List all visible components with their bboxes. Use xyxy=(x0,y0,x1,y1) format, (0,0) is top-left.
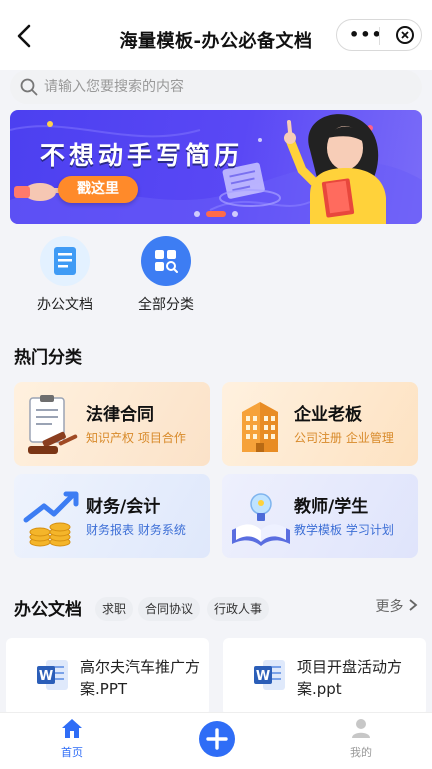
coins-chart-icon xyxy=(23,491,79,547)
woman-with-book-illustration xyxy=(284,114,386,224)
doc-name: 高尔夫汽车推广方案.PPT xyxy=(80,658,201,698)
promo-banner[interactable]: 不想动手写简历 戳这里 xyxy=(10,110,422,224)
building-icon xyxy=(242,402,278,452)
banner-cta-button[interactable]: 戳这里 xyxy=(58,176,138,203)
word-file-icon: W xyxy=(37,660,68,690)
tab-mine[interactable]: 我的 xyxy=(331,717,391,760)
more-label: 更多 xyxy=(375,599,404,615)
close-icon[interactable] xyxy=(396,26,414,44)
search-input[interactable] xyxy=(44,70,404,104)
home-icon xyxy=(62,719,82,738)
gavel-contract-icon xyxy=(28,395,78,454)
tab-home-label: 首页 xyxy=(61,746,83,759)
quick-action-label: 全部分类 xyxy=(138,297,194,313)
category-subtitle: 财务报表 财务系统 xyxy=(86,523,186,537)
capsule-divider xyxy=(379,27,380,45)
category-name: 法律合同 xyxy=(86,405,154,425)
office-docs-title: 办公文档 xyxy=(14,600,82,620)
svg-text:W: W xyxy=(256,669,270,684)
bottom-tab-bar: 首页 我的 xyxy=(0,712,432,769)
book-bulb-icon xyxy=(232,493,290,546)
banner-headline: 不想动手写简历 xyxy=(40,141,244,170)
category-name: 财务/会计 xyxy=(86,497,161,517)
more-link[interactable]: 更多 xyxy=(376,596,418,616)
category-subtitle: 知识产权 项目合作 xyxy=(86,431,186,445)
hot-categories-title: 热门分类 xyxy=(14,348,82,368)
word-file-icon: W xyxy=(254,660,285,690)
filter-chip-admin[interactable]: 行政人事 xyxy=(207,597,270,621)
user-icon xyxy=(352,719,370,738)
quick-action-label: 办公文档 xyxy=(37,297,93,313)
tab-mine-label: 我的 xyxy=(350,746,372,759)
category-card-legal[interactable]: 法律合同 知识产权 项目合作 xyxy=(14,382,210,466)
quick-action-all-categories[interactable]: 全部分类 xyxy=(121,236,211,314)
filter-chip-contract[interactable]: 合同协议 xyxy=(138,597,201,621)
carousel-indicator xyxy=(188,211,248,217)
category-search-icon xyxy=(141,236,191,286)
category-card-finance[interactable]: 财务/会计 财务报表 财务系统 xyxy=(14,474,210,558)
chevron-right-icon xyxy=(409,599,418,611)
category-card-education[interactable]: 教师/学生 教学模板 学习计划 xyxy=(222,474,418,558)
more-options-icon[interactable]: ••• xyxy=(349,25,383,44)
tab-home[interactable]: 首页 xyxy=(42,717,102,760)
document-icon xyxy=(40,236,90,286)
svg-text:W: W xyxy=(39,669,53,684)
category-card-business[interactable]: 企业老板 公司注册 企业管理 xyxy=(222,382,418,466)
search-icon xyxy=(20,78,38,96)
search-bar[interactable] xyxy=(10,70,422,104)
plus-icon xyxy=(206,728,228,750)
office-docs-header: 办公文档 求职 合同协议 行政人事 更多 xyxy=(0,590,432,624)
add-button[interactable] xyxy=(199,721,235,757)
category-name: 教师/学生 xyxy=(294,497,369,517)
category-name: 企业老板 xyxy=(294,405,362,425)
doc-card[interactable]: W 高尔夫汽车推广方案.PPT xyxy=(6,638,209,716)
filter-chip-job[interactable]: 求职 xyxy=(95,597,134,621)
category-subtitle: 公司注册 企业管理 xyxy=(294,431,394,445)
doc-card[interactable]: W 项目开盘活动方案.ppt xyxy=(223,638,426,716)
doc-name: 项目开盘活动方案.ppt xyxy=(297,658,403,698)
nav-bar: 海量模板-办公必备文档 ••• xyxy=(0,0,432,70)
category-subtitle: 教学模板 学习计划 xyxy=(294,523,394,537)
quick-action-office-docs[interactable]: 办公文档 xyxy=(20,236,110,314)
mini-program-capsule: ••• xyxy=(336,19,422,51)
